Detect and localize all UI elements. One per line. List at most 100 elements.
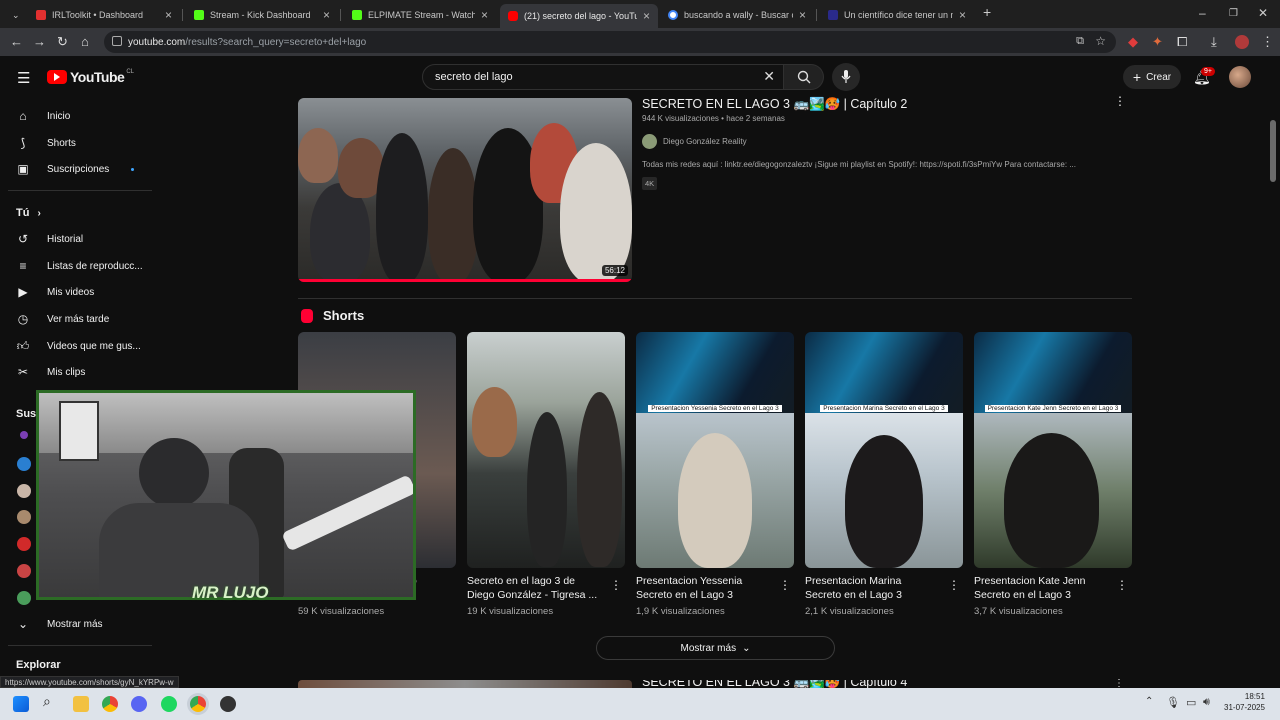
subscription-avatar[interactable]: [17, 591, 31, 605]
subscription-avatar[interactable]: [17, 484, 31, 498]
sidebar-item-mis-videos[interactable]: ▶ Mis videos: [16, 281, 94, 303]
shorts-show-more-button[interactable]: Mostrar más ⌄: [596, 636, 835, 660]
cast-icon[interactable]: ⧉: [1076, 35, 1084, 48]
download-icon[interactable]: ⤓: [1211, 34, 1217, 50]
close-icon[interactable]: ×: [165, 8, 172, 22]
tray-chevron-icon[interactable]: ⌃: [1145, 696, 1153, 707]
short-title[interactable]: Secreto en el lago 3 de Diego González -…: [467, 574, 602, 602]
channel-link[interactable]: Diego González Reality: [642, 134, 747, 149]
scrollbar-thumb[interactable]: [1270, 120, 1276, 182]
home-icon[interactable]: ⌂: [81, 34, 89, 49]
short-title[interactable]: Presentacion Marina Secreto en el Lago 3: [805, 574, 930, 602]
tab-title: IRLToolkit • Dashboard: [52, 10, 144, 20]
menu-hamburger-icon[interactable]: ☰: [17, 69, 30, 87]
search-input[interactable]: secreto del lago ✕: [422, 64, 784, 90]
tab-search-button[interactable]: ⌄: [4, 4, 24, 26]
short-thumbnail[interactable]: Presentacion Marina Secreto en el Lago 3: [805, 332, 963, 568]
close-icon[interactable]: ×: [481, 8, 488, 22]
sidebar-you-header[interactable]: Tú ›: [16, 202, 41, 224]
discord-icon[interactable]: [131, 696, 147, 712]
subscription-avatar[interactable]: [17, 457, 31, 471]
next-video-thumbnail[interactable]: [298, 680, 632, 688]
forward-icon[interactable]: →: [33, 34, 46, 49]
microphone-icon[interactable]: 🎙︎: [1166, 696, 1180, 709]
extensions-puzzle-icon[interactable]: ⧠: [1177, 34, 1187, 50]
chrome-active-icon[interactable]: [190, 696, 206, 712]
reload-icon[interactable]: ↻: [57, 34, 68, 50]
sidebar-item-historial[interactable]: ↺ Historial: [16, 228, 83, 250]
sidebar-item-mis-clips[interactable]: ✂ Mis clips: [16, 361, 85, 383]
page-scrollbar[interactable]: [1270, 100, 1276, 680]
close-icon[interactable]: ×: [323, 8, 330, 22]
tab-youtube[interactable]: (21) secreto del lago - YouTube ×: [500, 4, 658, 28]
extension-orange-icon[interactable]: ✦: [1152, 34, 1163, 50]
short-more-options-icon[interactable]: ⋮: [1116, 578, 1128, 592]
subscription-avatar[interactable]: [17, 537, 31, 551]
site-info-icon[interactable]: [112, 36, 122, 46]
close-icon[interactable]: ×: [959, 8, 966, 22]
search-icon[interactable]: ⌕: [43, 693, 59, 709]
browser-menu-icon[interactable]: ⋮: [1261, 34, 1274, 50]
short-title[interactable]: Presentacion Yessenia Secreto en el Lago…: [636, 574, 761, 602]
short-more-options-icon[interactable]: ⋮: [779, 578, 791, 592]
user-avatar[interactable]: [1229, 66, 1251, 88]
network-icon[interactable]: ▭: [1186, 696, 1196, 709]
sidebar-show-more[interactable]: ⌄ Mostrar más: [16, 613, 103, 635]
close-icon[interactable]: ×: [643, 9, 650, 23]
windows-start-icon[interactable]: [13, 696, 29, 712]
short-title[interactable]: Presentacion Kate Jenn Secreto en el Lag…: [974, 574, 1104, 602]
v-favicon-icon: [828, 10, 838, 20]
sidebar-item-inicio[interactable]: ⌂ Inicio: [16, 105, 70, 127]
sidebar-item-listas[interactable]: ≡ Listas de reproducc...: [16, 255, 143, 277]
sidebar-item-suscripciones[interactable]: ▣ Suscripciones: [16, 158, 135, 180]
sidebar-item-ver-mas-tarde[interactable]: ◷ Ver más tarde: [16, 308, 110, 330]
file-explorer-icon[interactable]: [73, 696, 89, 712]
subscription-avatar[interactable]: [17, 564, 31, 578]
tab-kick-dashboard[interactable]: Stream - Kick Dashboard ×: [186, 4, 338, 26]
url-input[interactable]: youtube.com/results?search_query=secreto…: [104, 31, 1116, 53]
profile-avatar-icon[interactable]: [1235, 35, 1249, 49]
subscription-avatar[interactable]: [17, 510, 31, 524]
search-button[interactable]: [784, 64, 824, 90]
youtube-play-logo-icon: [47, 70, 67, 84]
short-thumbnail[interactable]: [467, 332, 625, 568]
tab-irltoolkit[interactable]: IRLToolkit • Dashboard ×: [28, 4, 180, 26]
extension-red-icon[interactable]: ◆: [1128, 34, 1138, 50]
chrome-icon[interactable]: [102, 696, 118, 712]
volume-icon[interactable]: 🔊︎: [1203, 696, 1210, 709]
close-window-button[interactable]: ✕: [1258, 6, 1268, 20]
youtube-logo[interactable]: YouTube CL: [47, 69, 134, 85]
sidebar-item-me-gusta[interactable]: 👍︎ Videos que me gus...: [16, 335, 141, 357]
maximize-button[interactable]: ❐: [1229, 8, 1238, 19]
short-thumbnail[interactable]: Presentacion Yessenia Secreto en el Lago…: [636, 332, 794, 568]
obs-icon[interactable]: [220, 696, 236, 712]
close-icon[interactable]: ×: [799, 8, 806, 22]
tab-google-search[interactable]: buscando a wally - Buscar con Goo ×: [660, 4, 814, 26]
short-thumbnail[interactable]: Presentacion Kate Jenn Secreto en el Lag…: [974, 332, 1132, 568]
bookmark-star-icon[interactable]: ☆: [1095, 34, 1106, 48]
short-more-options-icon[interactable]: ⋮: [610, 578, 622, 592]
clear-search-icon[interactable]: ✕: [763, 68, 775, 85]
short-more-options-icon[interactable]: ⋮: [948, 578, 960, 592]
next-video-title[interactable]: SECRETO EN EL LAGO 3 🚌🏞️🥵 | Capítulo 4: [642, 680, 907, 688]
video-title[interactable]: SECRETO EN EL LAGO 3 🚌🏞️🥵 | Capítulo 2: [642, 97, 907, 112]
tab-title: Un científico dice tener un método: [844, 10, 953, 20]
sidebar-item-shorts[interactable]: ⟆ Shorts: [16, 132, 76, 154]
create-button[interactable]: + Crear: [1123, 65, 1181, 89]
subscription-avatar[interactable]: [20, 431, 28, 439]
tab-cientifico[interactable]: Un científico dice tener un método ×: [820, 4, 974, 26]
voice-search-button[interactable]: [832, 63, 860, 91]
spotify-icon[interactable]: [161, 696, 177, 712]
video-meta: 944 K visualizaciones • hace 2 semanas: [642, 114, 785, 123]
video-thumbnail[interactable]: 56:12: [298, 98, 632, 282]
video-more-options-icon[interactable]: ⋮: [1114, 94, 1126, 108]
minimize-button[interactable]: –: [1199, 6, 1206, 20]
back-icon[interactable]: ←: [10, 34, 23, 49]
browser-tab-strip: ⌄ IRLToolkit • Dashboard × Stream - Kick…: [0, 0, 1280, 28]
short-views: 19 K visualizaciones: [467, 606, 554, 617]
overlay-logo-text: MR LUJO: [192, 583, 269, 602]
taskbar-clock[interactable]: 18:51 31-07-2025: [1224, 691, 1265, 713]
tab-elpimate-stream[interactable]: ELPIMATE Stream - Watch Live ×: [344, 4, 496, 26]
new-tab-button[interactable]: +: [983, 4, 991, 20]
sidebar-item-label: Listas de reproducc...: [47, 260, 143, 272]
